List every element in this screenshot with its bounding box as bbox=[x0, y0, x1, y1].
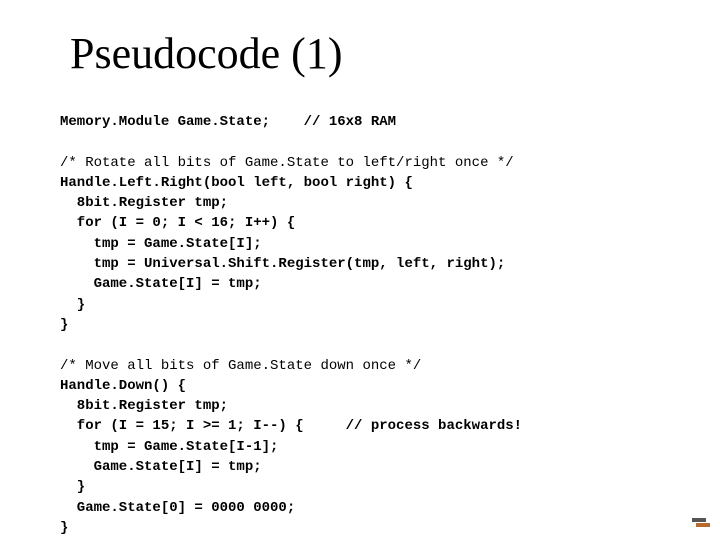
code-line: tmp = Game.State[I]; bbox=[60, 236, 262, 252]
slide-corner-decoration bbox=[692, 518, 710, 532]
code-line: } bbox=[60, 297, 85, 313]
code-line: tmp = Universal.Shift.Register(tmp, left… bbox=[60, 256, 505, 272]
code-line: /* Rotate all bits of Game.State to left… bbox=[60, 155, 514, 171]
code-line: 8bit.Register tmp; bbox=[60, 398, 228, 414]
code-line: Memory.Module Game.State; // 16x8 RAM bbox=[60, 114, 396, 130]
code-line: for (I = 0; I < 16; I++) { bbox=[60, 215, 295, 231]
code-line: tmp = Game.State[I-1]; bbox=[60, 439, 278, 455]
slide: Pseudocode (1) Memory.Module Game.State;… bbox=[0, 0, 720, 540]
code-line: Game.State[I] = tmp; bbox=[60, 276, 262, 292]
code-line: } bbox=[60, 317, 68, 333]
code-line: Handle.Left.Right(bool left, bool right)… bbox=[60, 175, 413, 191]
page-title: Pseudocode (1) bbox=[70, 28, 343, 79]
pseudocode-block: Memory.Module Game.State; // 16x8 RAM /*… bbox=[60, 112, 660, 538]
code-line: } bbox=[60, 479, 85, 495]
code-line: 8bit.Register tmp; bbox=[60, 195, 228, 211]
code-line: Handle.Down() { bbox=[60, 378, 186, 394]
code-line: } bbox=[60, 520, 68, 536]
code-line: for (I = 15; I >= 1; I--) { // process b… bbox=[60, 418, 522, 434]
code-line: Game.State[I] = tmp; bbox=[60, 459, 262, 475]
code-line: Game.State[0] = 0000 0000; bbox=[60, 500, 295, 516]
code-line: /* Move all bits of Game.State down once… bbox=[60, 358, 421, 374]
